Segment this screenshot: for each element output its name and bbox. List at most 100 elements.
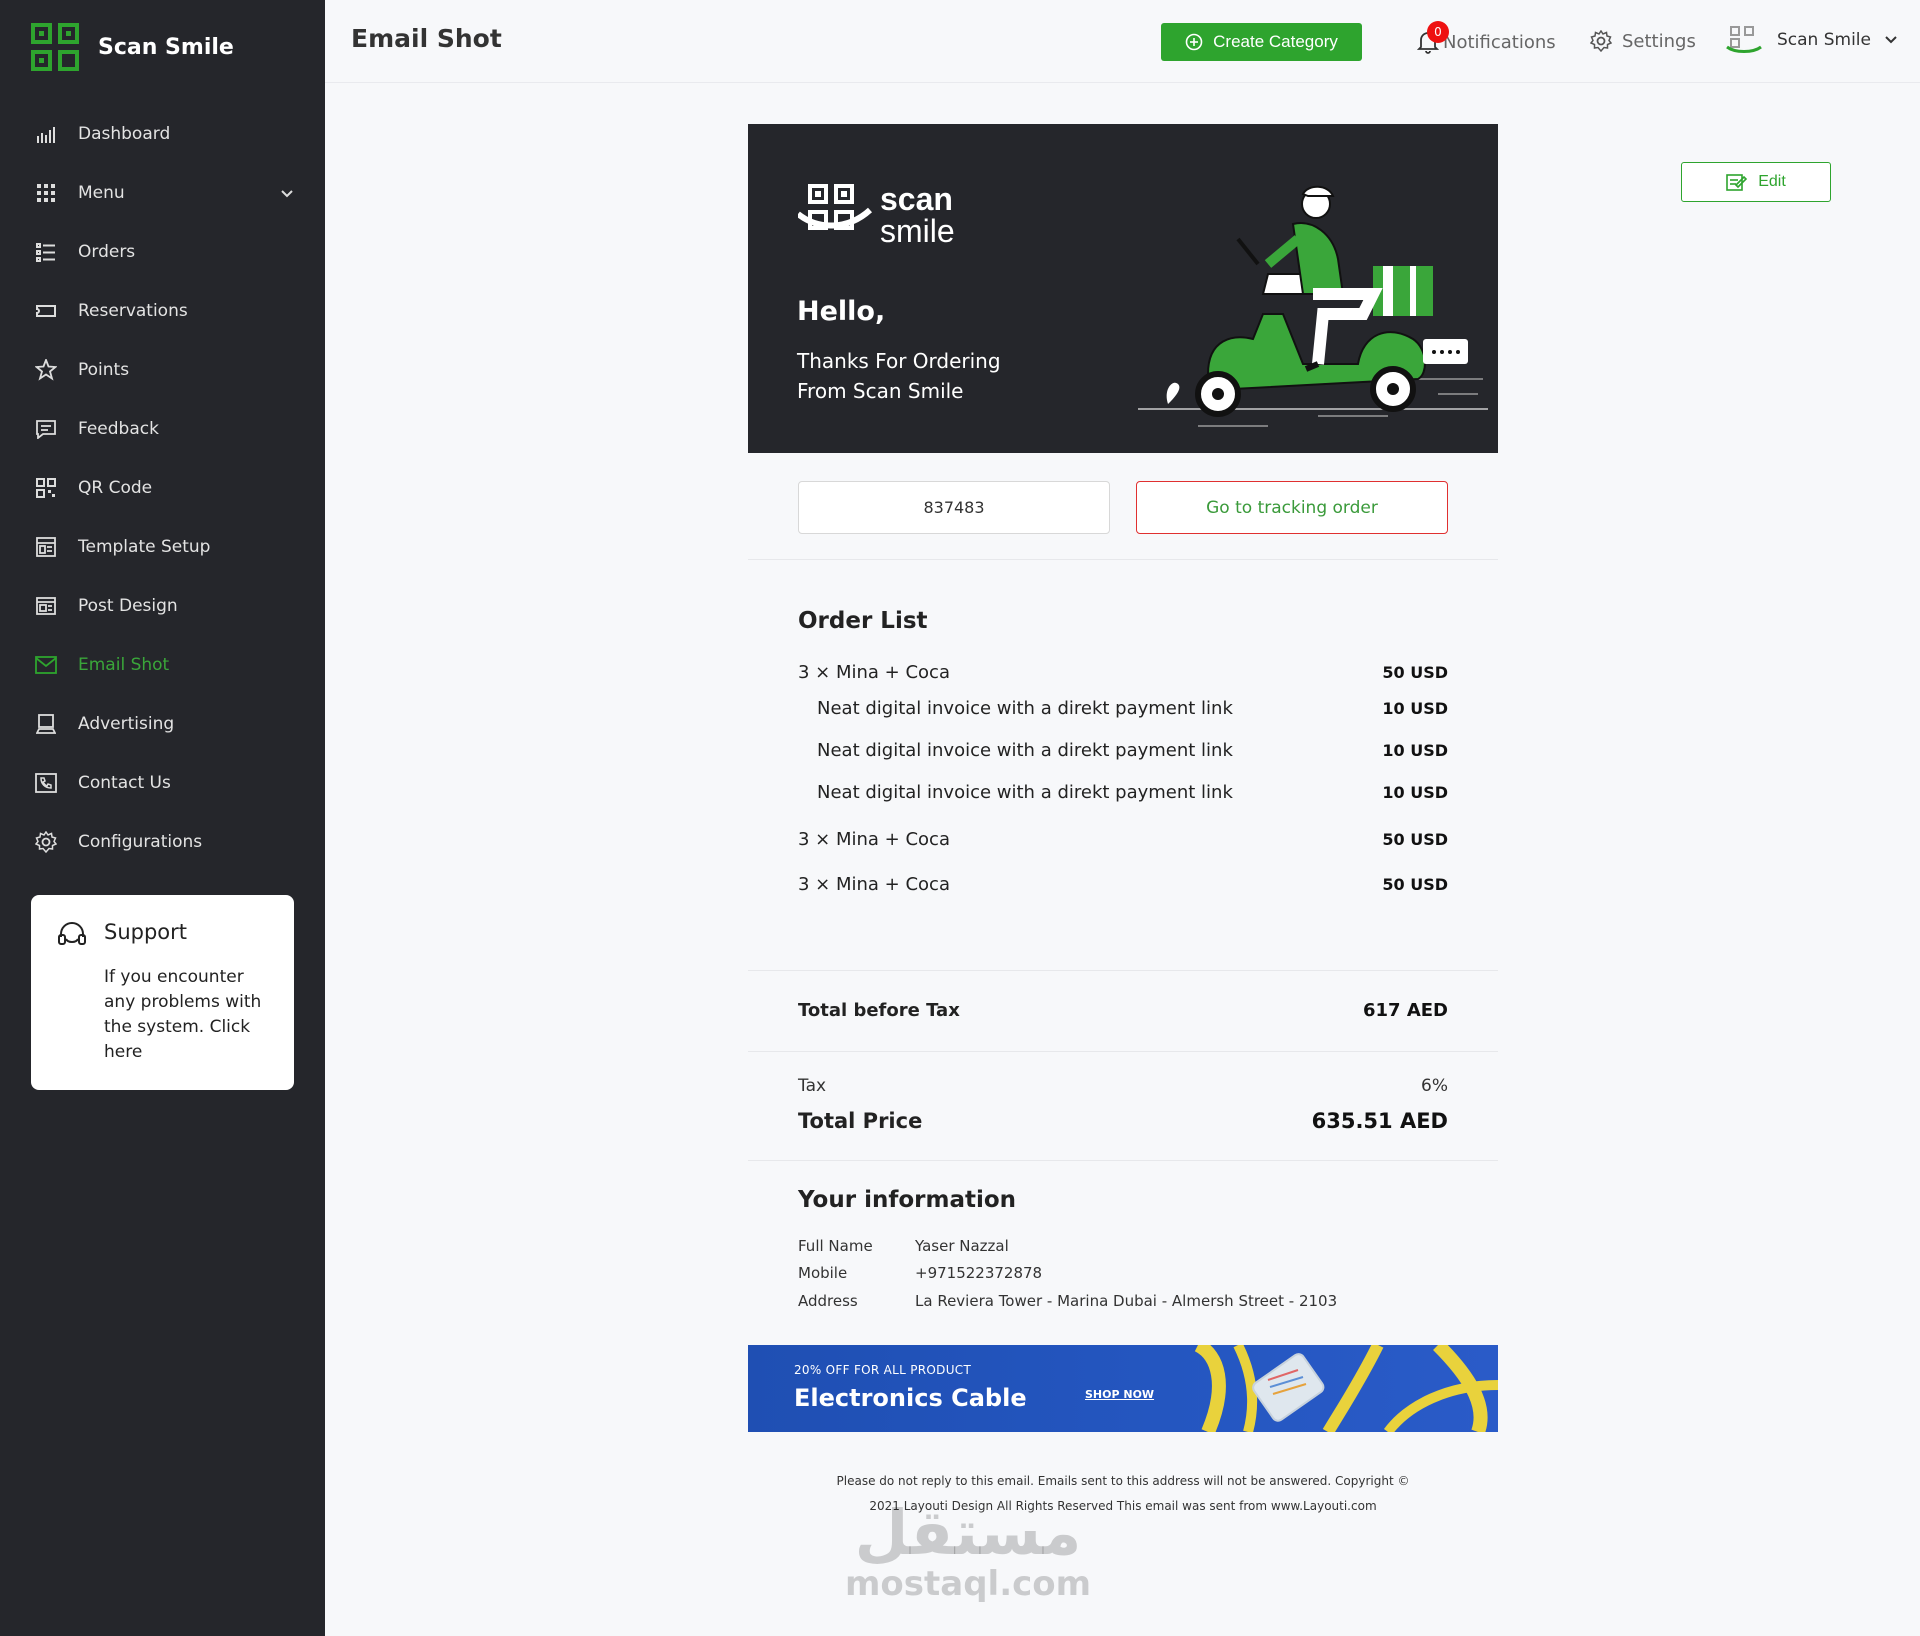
- info-value: +971522372878: [915, 1264, 1043, 1282]
- total-before-tax-value: 617 AED: [1362, 1000, 1448, 1021]
- laptop-icon: [34, 712, 58, 736]
- sidebar-item-label: Post Design: [78, 595, 178, 616]
- sidebar-item-dashboard[interactable]: Dashboard: [0, 104, 325, 163]
- order-item-label: Neat digital invoice with a direkt payme…: [817, 698, 1233, 719]
- notifications-button[interactable]: 0 Notifications: [1417, 21, 1556, 54]
- sidebar-item-template-setup[interactable]: Template Setup: [0, 517, 325, 576]
- sidebar-item-label: Advertising: [78, 713, 175, 734]
- sidebar-item-label: Dashboard: [78, 123, 171, 144]
- sidebar-item-qr-code[interactable]: QR Code: [0, 458, 325, 517]
- info-label: Mobile: [798, 1264, 848, 1282]
- order-item-label: 3 × Mina + Coca: [798, 829, 950, 850]
- total-price-value: 635.51 AED: [1311, 1109, 1448, 1133]
- divider: [748, 1160, 1498, 1161]
- delivery-scooter-illustration: [1138, 185, 1488, 427]
- topbar: Email Shot Create Category 0 Notificatio…: [325, 0, 1920, 83]
- watermark: مستقل mostaql.com: [845, 1500, 1092, 1604]
- order-item-amount: 10 USD: [1382, 699, 1448, 718]
- info-label: Full Name: [798, 1237, 873, 1255]
- gear-icon: [1590, 30, 1612, 52]
- create-category-button[interactable]: Create Category: [1161, 23, 1362, 61]
- order-code-field: 837483: [798, 481, 1110, 534]
- shop-now-link[interactable]: SHOP NOW: [1085, 1388, 1154, 1401]
- banner-title: Electronics Cable: [794, 1384, 1027, 1412]
- brand-name: Scan Smile: [98, 34, 234, 60]
- footer-line: Please do not reply to this email. Email…: [836, 1474, 1410, 1488]
- order-item-amount: 10 USD: [1382, 741, 1448, 760]
- sidebar-item-label: Email Shot: [78, 654, 170, 675]
- tax-label: Tax: [798, 1076, 827, 1096]
- sidebar-item-label: Menu: [78, 182, 125, 203]
- sidebar: Scan Smile Dashboard Menu Orders Reserva…: [0, 0, 325, 1636]
- support-title: Support: [104, 920, 188, 944]
- info-row-name: Full Name Yaser Nazzal: [798, 1237, 1009, 1255]
- tax-row: Tax 6%: [798, 1076, 1448, 1096]
- chart-icon: [34, 122, 58, 146]
- sidebar-item-email-shot[interactable]: Email Shot: [0, 635, 325, 694]
- sidebar-item-label: Configurations: [78, 831, 203, 852]
- sidebar-item-feedback[interactable]: Feedback: [0, 399, 325, 458]
- tracking-order-button[interactable]: Go to tracking order: [1136, 481, 1448, 534]
- total-price-row: Total Price 635.51 AED: [798, 1109, 1448, 1133]
- plus-circle-icon: [1185, 33, 1203, 51]
- email-preview: scan smile Hello, Thanks For Ordering Fr…: [748, 124, 1498, 1524]
- sidebar-nav: Dashboard Menu Orders Reservations Point…: [0, 104, 325, 871]
- edit-button[interactable]: Edit: [1681, 162, 1831, 202]
- sidebar-item-reservations[interactable]: Reservations: [0, 281, 325, 340]
- settings-button[interactable]: Settings: [1590, 30, 1696, 52]
- profile-name: Scan Smile: [1777, 30, 1871, 50]
- ticket-icon: [34, 299, 58, 323]
- watermark-latin: mostaql.com: [845, 1564, 1092, 1604]
- sidebar-item-label: Contact Us: [78, 772, 171, 793]
- sidebar-item-orders[interactable]: Orders: [0, 222, 325, 281]
- info-label: Address: [798, 1292, 858, 1310]
- order-item-amount: 10 USD: [1382, 783, 1448, 802]
- phone-icon: [34, 771, 58, 795]
- gear-icon: [34, 830, 58, 854]
- order-item-amount: 50 USD: [1382, 830, 1448, 849]
- order-item-label: Neat digital invoice with a direkt payme…: [817, 740, 1233, 761]
- order-item-label: 3 × Mina + Coca: [798, 662, 950, 683]
- sidebar-item-advertising[interactable]: Advertising: [0, 694, 325, 753]
- total-before-tax-row: Total before Tax 617 AED: [798, 1000, 1448, 1021]
- edit-label: Edit: [1758, 173, 1786, 190]
- order-item-row: Neat digital invoice with a direkt payme…: [798, 698, 1448, 719]
- divider: [748, 970, 1498, 971]
- sidebar-item-label: QR Code: [78, 477, 153, 498]
- info-value: La Reviera Tower - Marina Dubai - Almers…: [915, 1292, 1338, 1310]
- support-text[interactable]: If you encounter any problems with the s…: [104, 965, 279, 1065]
- sidebar-item-label: Reservations: [78, 300, 188, 321]
- chevron-down-icon: [1885, 36, 1897, 44]
- edit-icon: [1726, 174, 1748, 191]
- post-icon: [34, 594, 58, 618]
- sidebar-item-label: Orders: [78, 241, 136, 262]
- sidebar-item-post-design[interactable]: Post Design: [0, 576, 325, 635]
- hero-greeting: Hello,: [797, 296, 886, 327]
- scan-smile-logo: scan smile: [796, 180, 968, 254]
- tax-value: 6%: [1421, 1076, 1448, 1096]
- headset-icon: [57, 921, 87, 953]
- qr-logo-icon: [31, 23, 79, 71]
- divider: [748, 559, 1498, 560]
- sidebar-item-points[interactable]: Points: [0, 340, 325, 399]
- avatar: [1726, 26, 1762, 53]
- sidebar-item-configurations[interactable]: Configurations: [0, 812, 325, 871]
- divider: [748, 1051, 1498, 1052]
- sidebar-item-menu[interactable]: Menu: [0, 163, 325, 222]
- settings-label: Settings: [1622, 30, 1696, 52]
- cable-image: [1194, 1345, 1498, 1432]
- brand[interactable]: Scan Smile: [30, 22, 234, 72]
- list-icon: [34, 240, 58, 264]
- your-information-title: Your information: [798, 1187, 1017, 1213]
- info-row-address: Address La Reviera Tower - Marina Dubai …: [798, 1292, 1337, 1310]
- promo-banner[interactable]: 20% OFF FOR ALL PRODUCT Electronics Cabl…: [748, 1345, 1498, 1432]
- profile-menu[interactable]: Scan Smile: [1725, 25, 1897, 55]
- logo-word-smile: smile: [880, 213, 955, 249]
- sidebar-item-contact-us[interactable]: Contact Us: [0, 753, 325, 812]
- total-price-label: Total Price: [798, 1109, 923, 1133]
- total-before-tax-label: Total before Tax: [798, 1000, 960, 1021]
- support-card[interactable]: Support If you encounter any problems wi…: [31, 895, 294, 1090]
- chevron-down-icon[interactable]: [281, 183, 293, 203]
- order-item-row: 3 × Mina + Coca 50 USD: [798, 662, 1448, 683]
- message-icon: [34, 417, 58, 441]
